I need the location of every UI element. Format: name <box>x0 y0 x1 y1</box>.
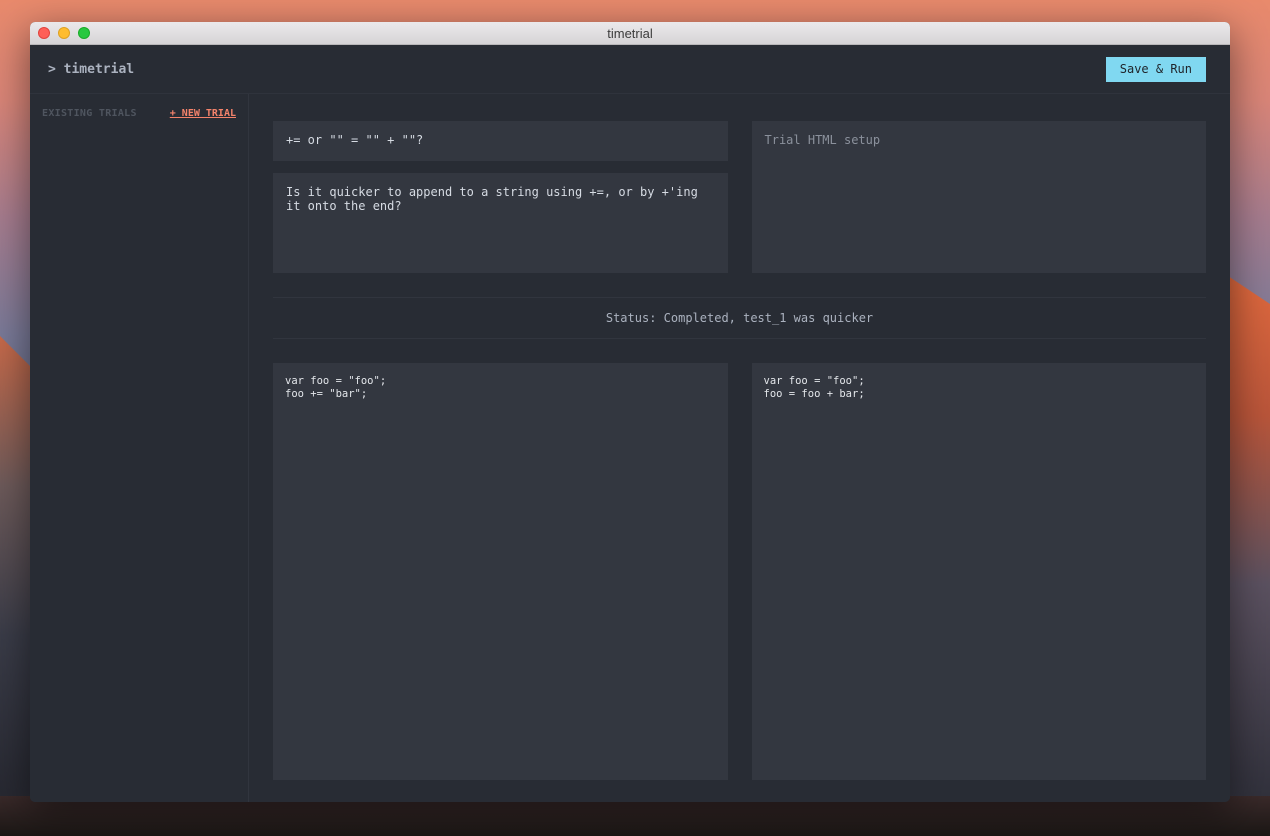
test-2-code-editor[interactable]: var foo = "foo"; foo = foo + bar; <box>751 363 1206 780</box>
status-text: Status: Completed, test_1 was quicker <box>605 311 874 325</box>
zoom-window-button[interactable] <box>78 27 90 39</box>
titlebar: timetrial <box>30 22 1230 45</box>
desktop-wallpaper-ground <box>0 796 1270 836</box>
trial-title-input[interactable]: += or "" = "" + ""? <box>273 121 728 161</box>
trial-details: += or "" = "" + ""? Is it quicker to app… <box>273 121 1206 273</box>
trial-description-input[interactable]: Is it quicker to append to a string usin… <box>273 173 728 273</box>
sidebar-header: EXISTING TRIALS + NEW TRIAL <box>42 108 236 119</box>
new-trial-link[interactable]: + NEW TRIAL <box>170 108 236 119</box>
close-window-button[interactable] <box>38 27 50 39</box>
sidebar: EXISTING TRIALS + NEW TRIAL <box>30 94 249 802</box>
minimize-window-button[interactable] <box>58 27 70 39</box>
trial-info-column: += or "" = "" + ""? Is it quicker to app… <box>273 121 728 273</box>
save-run-button[interactable]: Save & Run <box>1105 56 1206 82</box>
existing-trials-label: EXISTING TRIALS <box>42 108 137 119</box>
app-body: EXISTING TRIALS + NEW TRIAL += or "" = "… <box>30 94 1230 802</box>
app-brand: > timetrial <box>48 61 135 77</box>
traffic-lights <box>38 27 90 39</box>
test-1-code-editor[interactable]: var foo = "foo"; foo += "bar"; <box>273 363 728 780</box>
test-editors: var foo = "foo"; foo += "bar"; var foo =… <box>273 363 1206 780</box>
trial-html-setup-input[interactable]: Trial HTML setup <box>751 121 1206 273</box>
trial-setup-column: Trial HTML setup <box>751 121 1206 273</box>
app-window: timetrial > timetrial Save & Run EXISTIN… <box>30 22 1230 802</box>
window-title: timetrial <box>607 25 653 41</box>
main-content: += or "" = "" + ""? Is it quicker to app… <box>249 94 1230 802</box>
app-header: > timetrial Save & Run <box>30 45 1230 94</box>
status-bar: Status: Completed, test_1 was quicker <box>273 297 1206 339</box>
